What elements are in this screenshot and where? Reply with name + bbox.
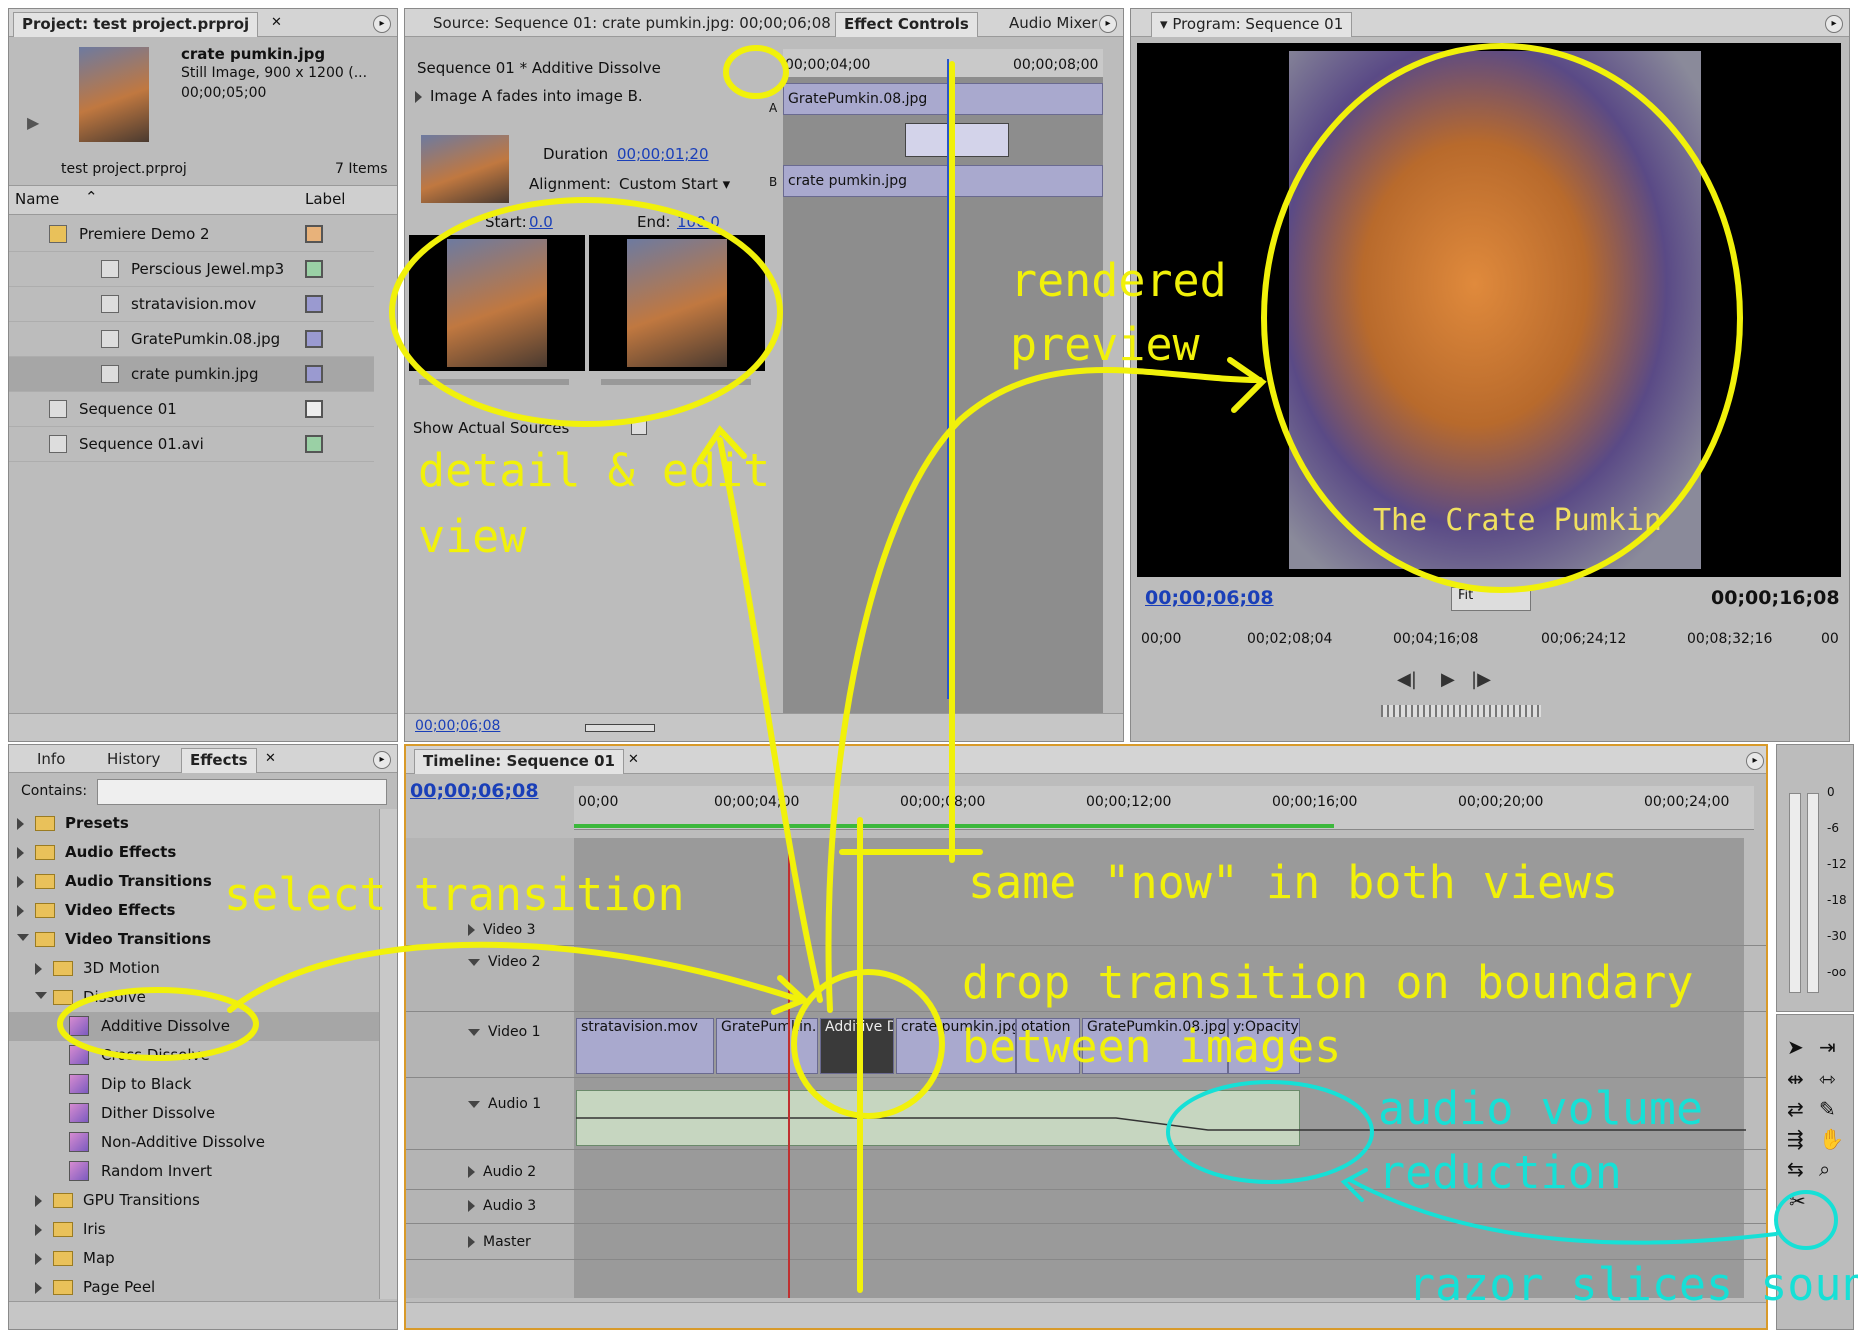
- ellipse-ec-button: [723, 45, 789, 99]
- annotation-detail-edit: detail & edit: [418, 444, 771, 497]
- annotation-razor: razor slices sound: [1408, 1258, 1858, 1311]
- annotation-drop-2: between images: [962, 1020, 1342, 1073]
- arrow-select-to-drop: [227, 941, 810, 1015]
- annotation-reduction: reduction: [1378, 1146, 1622, 1199]
- arrow-to-detail: [697, 425, 823, 1003]
- ellipse-additive-dissolve: [57, 987, 259, 1061]
- ellipse-audio-volume: [1166, 1080, 1374, 1184]
- annotation-drop-1: drop transition on boundary: [962, 956, 1694, 1009]
- ellipse-rendered-preview: [1261, 43, 1743, 593]
- arrow-to-preview: [825, 357, 1267, 1013]
- annotation-layer: [57, 43, 1838, 1293]
- annotation-now: same "now" in both views: [968, 856, 1619, 909]
- annotation-audio-volume: audio volume: [1378, 1082, 1704, 1135]
- annotation-select-transition: select transition: [224, 868, 685, 921]
- annotation-preview: preview: [1010, 318, 1200, 371]
- ellipse-detail-view: [389, 197, 783, 427]
- premiere-workspace: Project: test project.prproj ✕ ▸ ▶ crate…: [0, 0, 1858, 1336]
- annotation-rendered: rendered: [1010, 254, 1227, 307]
- annotation-view: view: [418, 510, 527, 563]
- ellipse-razor-tool: [1774, 1190, 1838, 1250]
